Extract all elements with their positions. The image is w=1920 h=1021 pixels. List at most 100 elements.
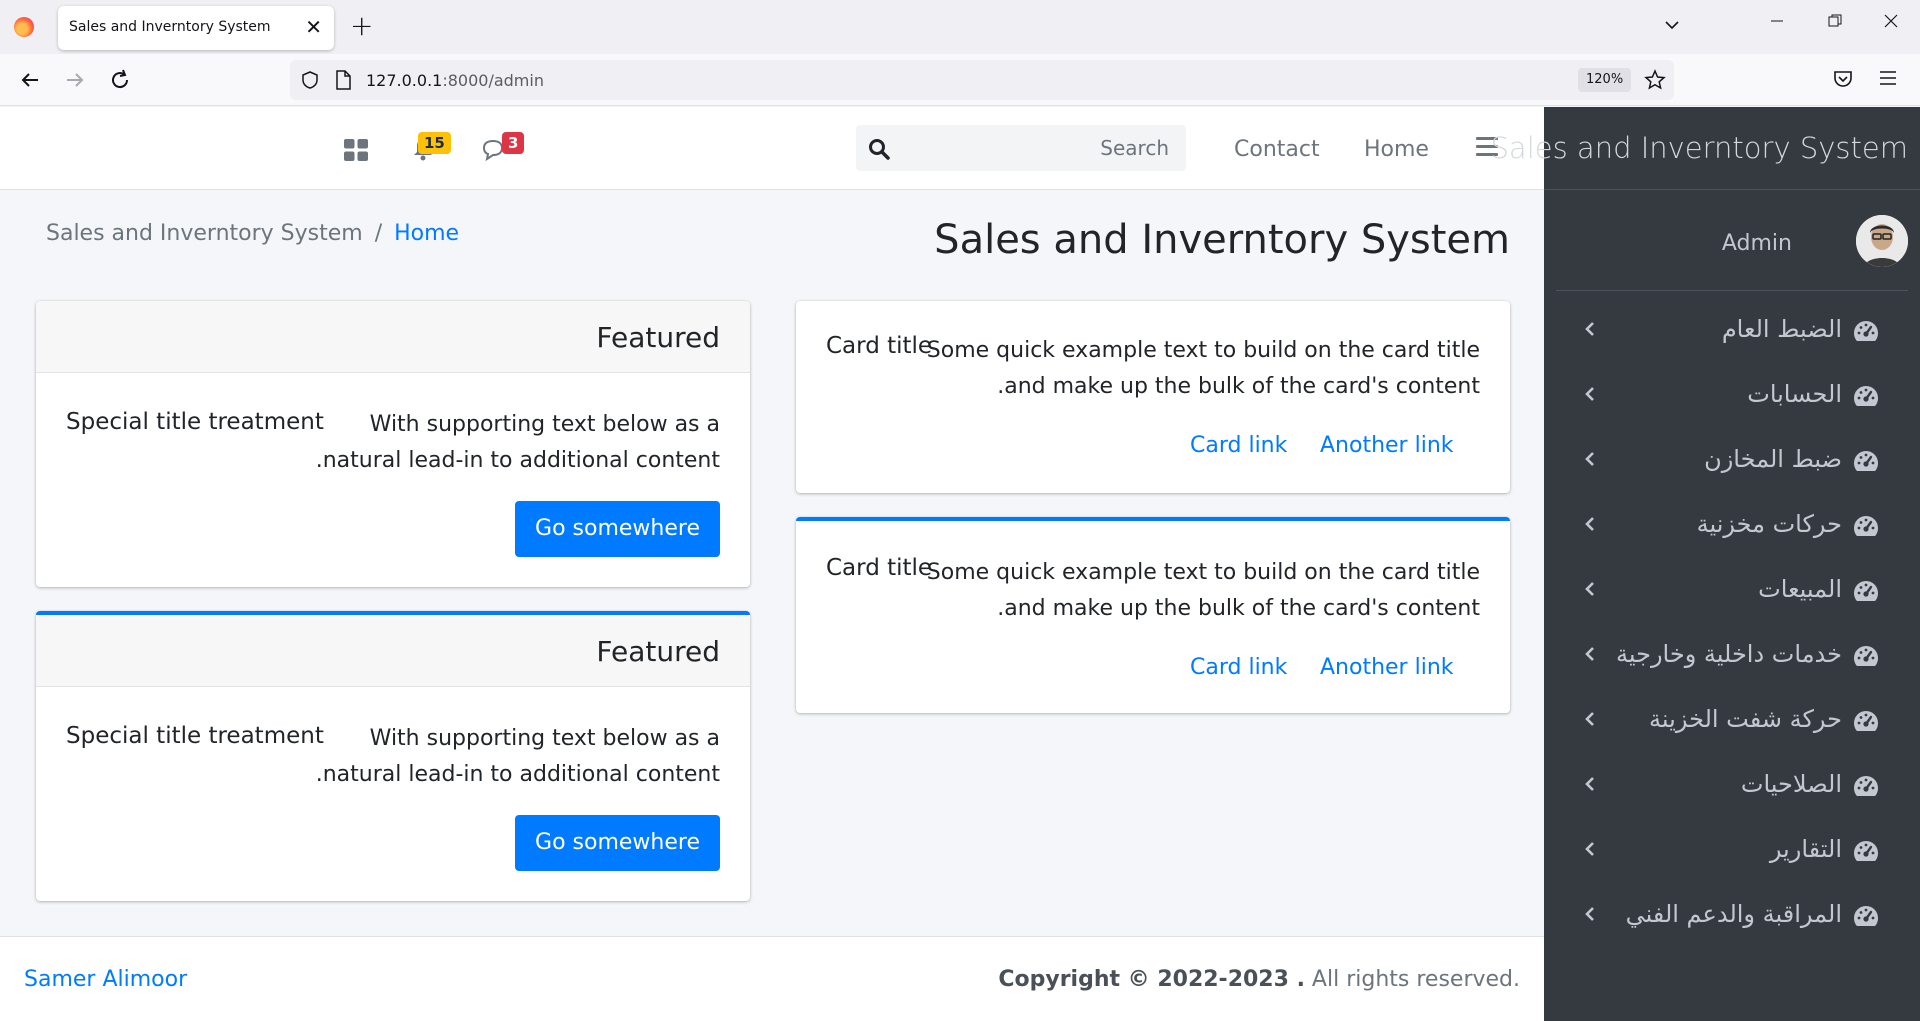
sidebar-item-label: حركة شفت الخزينة <box>1649 705 1842 733</box>
nav-link-home[interactable]: Home <box>1364 137 1429 162</box>
link-card: Card title Some quick example text to bu… <box>796 301 1510 493</box>
another-link[interactable]: Another link <box>1320 433 1454 458</box>
tab-close-button[interactable]: ✕ <box>305 15 322 39</box>
url-bar[interactable]: 127.0.0.1:8000/admin 120% <box>290 60 1674 100</box>
brand-link[interactable]: Sales and Inverntory System <box>1491 107 1920 190</box>
back-arrow-icon[interactable] <box>18 68 42 92</box>
tab-title: Sales and Inverntory System <box>69 19 271 35</box>
dashboard-gauge-icon <box>1854 386 1878 406</box>
sidebar-nav-item[interactable]: حركة شفت الخزينة <box>1556 693 1908 747</box>
admin-page: 15 3 Contact Home Sales and Inverntory S… <box>0 107 1920 1021</box>
window-close-icon[interactable] <box>1884 14 1898 28</box>
dashboard-gauge-icon <box>1854 776 1878 796</box>
sidebar-nav-item[interactable]: الضبط العام <box>1556 303 1908 357</box>
card-text-line: Some quick example text to build on the … <box>926 560 1480 585</box>
card-text-line: .natural lead-in to additional content <box>315 448 720 473</box>
chevron-left-icon <box>1585 322 1594 336</box>
forward-arrow-icon[interactable] <box>63 68 87 92</box>
url-text[interactable]: 127.0.0.1:8000/admin <box>366 71 544 90</box>
chevron-left-icon <box>1585 452 1594 466</box>
search-icon[interactable] <box>868 138 890 160</box>
chevron-left-icon <box>1585 647 1594 661</box>
another-link[interactable]: Another link <box>1320 655 1454 680</box>
browser-tab-bar: Sales and Inverntory System ✕ + <box>0 0 1920 54</box>
top-navbar: 15 3 Contact Home <box>0 107 1544 190</box>
dashboard-gauge-icon <box>1854 516 1878 536</box>
sidebar-nav-item[interactable]: الصلاحيات <box>1556 758 1908 812</box>
reload-icon[interactable] <box>108 68 132 92</box>
footer-author-link[interactable]: Samer Alimoor <box>24 967 187 992</box>
link-card: Card title Some quick example text to bu… <box>796 517 1510 713</box>
sidebar-item-label: حركات مخزنية <box>1696 510 1842 538</box>
sidebar-nav-item[interactable]: التقارير <box>1556 823 1908 877</box>
card-link[interactable]: Card link <box>1190 433 1287 458</box>
browser-tab[interactable]: Sales and Inverntory System ✕ <box>58 6 334 50</box>
go-somewhere-button[interactable]: Go somewhere <box>515 815 720 871</box>
chevron-left-icon <box>1585 582 1594 596</box>
card-text-line: Some quick example text to build on the … <box>926 338 1480 363</box>
card-text: Some quick example text to build on the … <box>927 555 1480 627</box>
card-title: Card title <box>826 333 933 359</box>
sidebar-nav-item[interactable]: المراقبة والدعم الفني <box>1556 888 1908 942</box>
restore-icon[interactable] <box>1828 14 1842 28</box>
content-header: Sales and Inverntory System / Home Sales a… <box>0 191 1544 291</box>
sidebar-nav-item[interactable]: الحسابات <box>1556 368 1908 422</box>
card-special-title: Special title treatment <box>66 409 324 435</box>
user-name[interactable]: Admin <box>1722 231 1792 256</box>
footer: Samer Alimoor Copyright © 2022-2023 . Al… <box>0 936 1544 1021</box>
card-link[interactable]: Card link <box>1190 655 1287 680</box>
breadcrumb-active[interactable]: Home <box>394 221 459 246</box>
new-tab-button[interactable]: + <box>350 10 373 42</box>
go-somewhere-button[interactable]: Go somewhere <box>515 501 720 557</box>
minimize-icon[interactable] <box>1770 14 1784 28</box>
pocket-icon[interactable] <box>1832 68 1854 90</box>
sidebar-nav-item[interactable]: خدمات داخلية وخارجية <box>1556 628 1908 682</box>
card-text-line: .natural lead-in to additional content <box>315 762 720 787</box>
sidebar-item-label: الصلاحيات <box>1740 770 1842 798</box>
dashboard-gauge-icon <box>1854 711 1878 731</box>
card-text-line: .and make up the bulk of the card's cont… <box>997 596 1480 621</box>
sidebar-item-label: ضبط المخازن <box>1704 445 1842 473</box>
card-text: With supporting text below as a .natural… <box>316 721 720 793</box>
dashboard-gauge-icon <box>1854 841 1878 861</box>
card-title: Card title <box>826 555 933 581</box>
footer-copyright: Copyright © 2022-2023 . All rights reser… <box>998 967 1520 992</box>
dashboard-gauge-icon <box>1854 451 1878 471</box>
chevron-left-icon <box>1585 842 1594 856</box>
sidebar-item-label: المراقبة والدعم الفني <box>1625 900 1842 928</box>
messages-badge: 3 <box>502 132 525 154</box>
card-header-title: Featured <box>596 635 720 668</box>
card-header: Featured <box>36 301 750 373</box>
browser-nav-bar: 127.0.0.1:8000/admin 120% <box>0 54 1920 106</box>
search-box <box>856 125 1186 171</box>
chevron-left-icon <box>1585 517 1594 531</box>
grid-apps-icon[interactable] <box>344 139 368 161</box>
dashboard-gauge-icon <box>1854 321 1878 341</box>
rights-text: All rights reserved. <box>1304 967 1520 992</box>
card-header: Featured <box>36 615 750 687</box>
tab-list-chevron-icon[interactable] <box>1664 17 1680 33</box>
search-input[interactable] <box>906 125 1181 171</box>
firefox-logo-icon[interactable] <box>14 17 34 37</box>
page-icon <box>336 70 351 90</box>
avatar <box>1856 215 1908 267</box>
nav-link-contact[interactable]: Contact <box>1234 137 1320 162</box>
sidebar-nav-item[interactable]: حركات مخزنية <box>1556 498 1908 552</box>
shield-icon[interactable] <box>300 70 320 90</box>
card-text-line: .and make up the bulk of the card's cont… <box>997 374 1480 399</box>
url-host: 127.0.0.1 <box>366 71 443 90</box>
breadcrumb: Sales and Inverntory System / Home <box>46 221 459 246</box>
dashboard-gauge-icon <box>1854 646 1878 666</box>
sidebar-item-label: المبيعات <box>1758 575 1842 603</box>
sidebar-nav-item[interactable]: ضبط المخازن <box>1556 433 1908 487</box>
copyright-text: Copyright © 2022-2023 . <box>998 967 1305 992</box>
chevron-left-icon <box>1585 777 1594 791</box>
url-path: :8000/admin <box>442 71 544 90</box>
app-menu-icon[interactable] <box>1878 68 1898 88</box>
breadcrumb-root[interactable]: Sales and Inverntory System <box>46 221 363 246</box>
sidebar-nav-item[interactable]: المبيعات <box>1556 563 1908 617</box>
featured-card: Featured Special title treatment With su… <box>36 611 750 901</box>
bookmark-star-icon[interactable] <box>1644 69 1666 91</box>
card-special-title: Special title treatment <box>66 723 324 749</box>
zoom-level[interactable]: 120% <box>1578 68 1632 92</box>
